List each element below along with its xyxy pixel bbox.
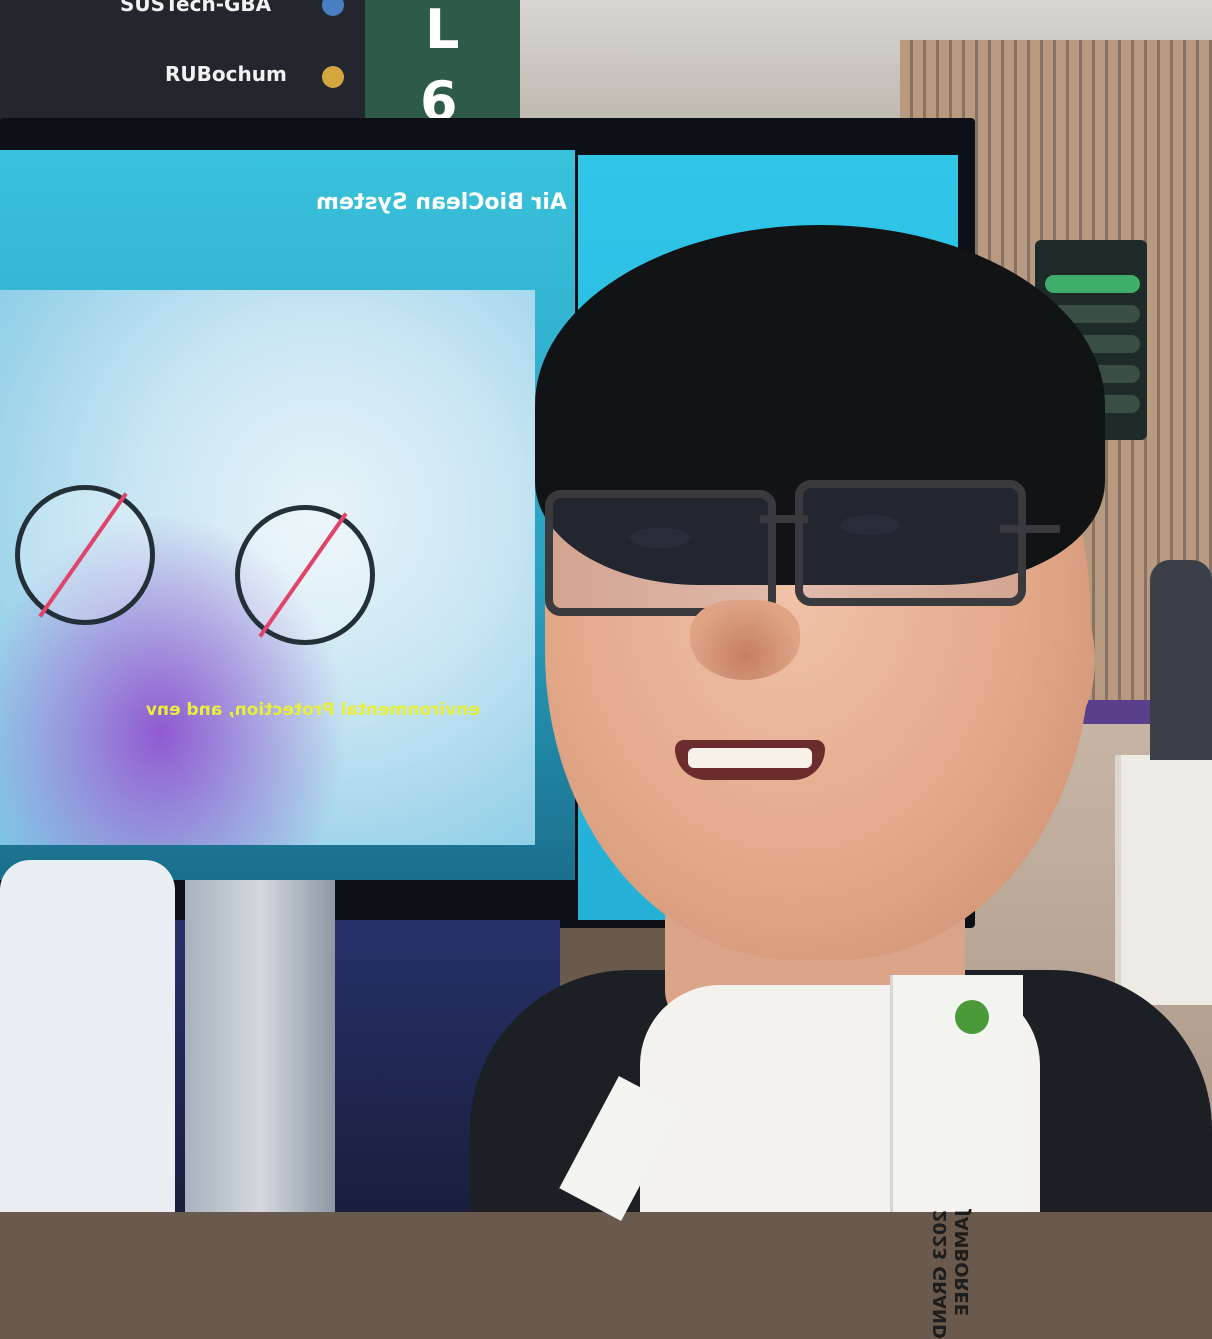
background-person <box>0 860 175 1212</box>
team-badge-icon <box>322 66 344 88</box>
lanyard-logo <box>955 1000 989 1034</box>
booth-letter: L <box>425 0 460 61</box>
hair-fringe <box>560 360 990 480</box>
no-open-door-icon <box>235 505 375 645</box>
prohibition-slash <box>38 492 128 618</box>
screen-title: Air BioClean System <box>316 190 567 215</box>
glasses-left-lens <box>545 490 776 616</box>
prohibition-slash <box>258 512 348 638</box>
lanyard-text-line2: JAMBOREE <box>952 1210 973 1317</box>
sign-team-name-1: SUSTech-GBA <box>120 0 272 16</box>
lanyard-text-line1: 2023 GRAND <box>930 1210 951 1339</box>
glasses-bridge <box>760 515 808 523</box>
lanyard-logo-text: iGEM <box>965 1035 979 1070</box>
nose <box>690 600 800 680</box>
sign-team-name-2: RUBochum <box>165 62 287 86</box>
screen-caption: environmental Protection, and env <box>145 700 480 720</box>
monitor-stand <box>185 880 335 1212</box>
no-fan-icon <box>15 485 155 625</box>
glasses-right-lens <box>795 480 1026 606</box>
background-people <box>1150 560 1212 760</box>
white-booth-panel <box>1115 755 1212 1005</box>
teeth <box>688 748 812 768</box>
glasses-temple <box>1000 525 1060 533</box>
signpost-row <box>1045 275 1140 293</box>
